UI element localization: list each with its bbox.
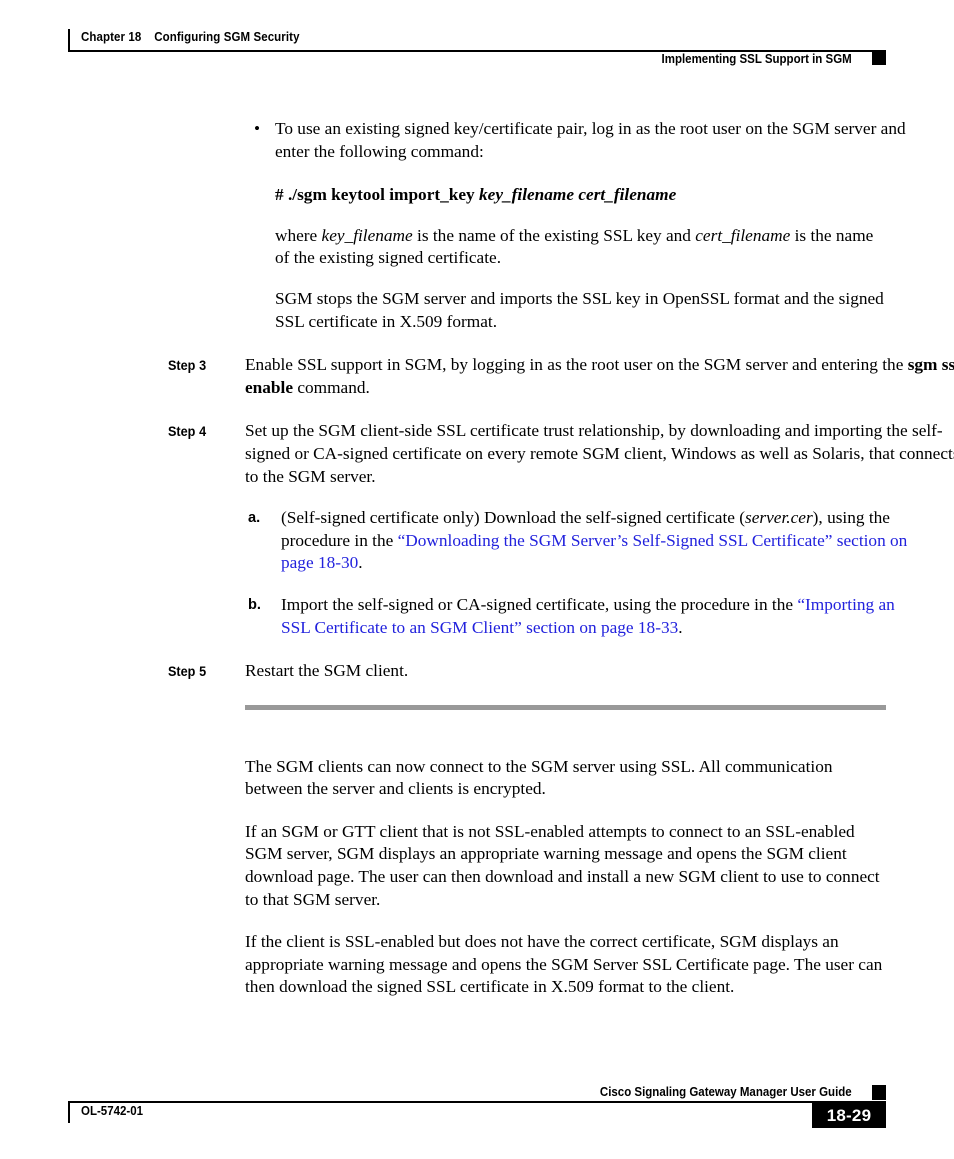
substep-a-text-before: (Self-signed certificate only) Download … xyxy=(281,508,746,528)
where-arg2: cert_filename xyxy=(695,225,791,245)
where-paragraph: where key_filename is the name of the ex… xyxy=(275,225,886,270)
page-number-badge: 18-29 xyxy=(812,1103,886,1128)
step-label-3: Step 3 xyxy=(168,355,206,378)
header-section-title: Implementing SSL Support in SGM xyxy=(661,52,852,66)
page-header: Chapter 18 Configuring SGM Security Imple… xyxy=(68,28,886,78)
step-row-4: Step 4 Set up the SGM client-side SSL cer… xyxy=(168,420,954,488)
where-arg1: key_filename xyxy=(321,225,413,245)
bullet-icon: • xyxy=(254,119,261,138)
footer-left-tick xyxy=(68,1102,70,1123)
substep-b-letter: b. xyxy=(248,596,261,613)
substep-b-text-before: Import the self-signed or CA-signed cert… xyxy=(281,594,798,614)
breadcrumb-chapter-number: Chapter 18 xyxy=(81,30,142,44)
substep-b-text-after: . xyxy=(678,617,683,637)
step-number-5: 5 xyxy=(199,664,207,680)
step-text-5: Restart the SGM client. xyxy=(245,661,409,681)
command-arg-key-filename: key_filename xyxy=(479,185,575,205)
footer-guide-title: Cisco Signaling Gateway Manager User Gui… xyxy=(600,1085,852,1099)
footer-document-id: OL-5742-01 xyxy=(81,1104,144,1118)
substep-a-filename: server.cer xyxy=(745,508,813,528)
step-text-4: Set up the SGM client-side SSL certifica… xyxy=(245,421,954,486)
substep-a-letter: a. xyxy=(248,510,261,527)
breadcrumb-chapter-title: Configuring SGM Security xyxy=(154,30,300,44)
list-item-text: To use an existing signed key/certificat… xyxy=(275,119,906,161)
step-text-3-after: command. xyxy=(293,377,370,397)
where-lead: where xyxy=(275,225,322,245)
closing-paragraph-3: If the client is SSL-enabled but does no… xyxy=(245,932,883,997)
substep-a-text-after: . xyxy=(358,553,363,573)
header-left-tick xyxy=(68,29,70,50)
step-number-3: 3 xyxy=(199,358,207,374)
where-mid: is the name of the existing SSL key and xyxy=(412,225,696,245)
step-label-5: Step 5 xyxy=(168,661,206,684)
step-number-4: 4 xyxy=(199,424,207,440)
breadcrumb: Chapter 18 Configuring SGM Security xyxy=(81,30,300,44)
substep-b: b. Import the self-signed or CA-signed c… xyxy=(245,594,922,639)
command-arg-cert-filename: cert_filename xyxy=(578,185,677,205)
document-page: Chapter 18 Configuring SGM Security Imple… xyxy=(0,0,954,1159)
header-square-marker xyxy=(872,50,886,65)
closing-paragraph-1: The SGM clients can now connect to the S… xyxy=(245,756,833,799)
step-word-5: Step xyxy=(168,664,196,680)
command-text: # ./sgm keytool import_key xyxy=(275,185,475,205)
step-row-3: Step 3 Enable SSL support in SGM, by logg… xyxy=(168,354,954,399)
step-word-4: Step xyxy=(168,424,196,440)
command-line: # ./sgm keytool import_key key_filename … xyxy=(275,184,886,207)
footer-square-marker xyxy=(872,1085,886,1100)
page-content: • To use an existing signed key/certific… xyxy=(0,118,954,999)
step-word-3: Step xyxy=(168,358,196,374)
footer-rule xyxy=(68,1101,886,1103)
list-item: • To use an existing signed key/certific… xyxy=(245,118,916,163)
page-footer: Cisco Signaling Gateway Manager User Gui… xyxy=(68,1085,886,1135)
closing-paragraph-2: If an SGM or GTT client that is not SSL-… xyxy=(245,821,880,909)
step-text-3-before: Enable SSL support in SGM, by logging in… xyxy=(245,355,908,375)
substep-a: a. (Self-signed certificate only) Downlo… xyxy=(245,507,922,575)
sgm-stops-paragraph: SGM stops the SGM server and imports the… xyxy=(275,288,884,331)
step-label-4: Step 4 xyxy=(168,421,206,444)
step-row-5: Step 5 Restart the SGM client. xyxy=(168,660,954,683)
